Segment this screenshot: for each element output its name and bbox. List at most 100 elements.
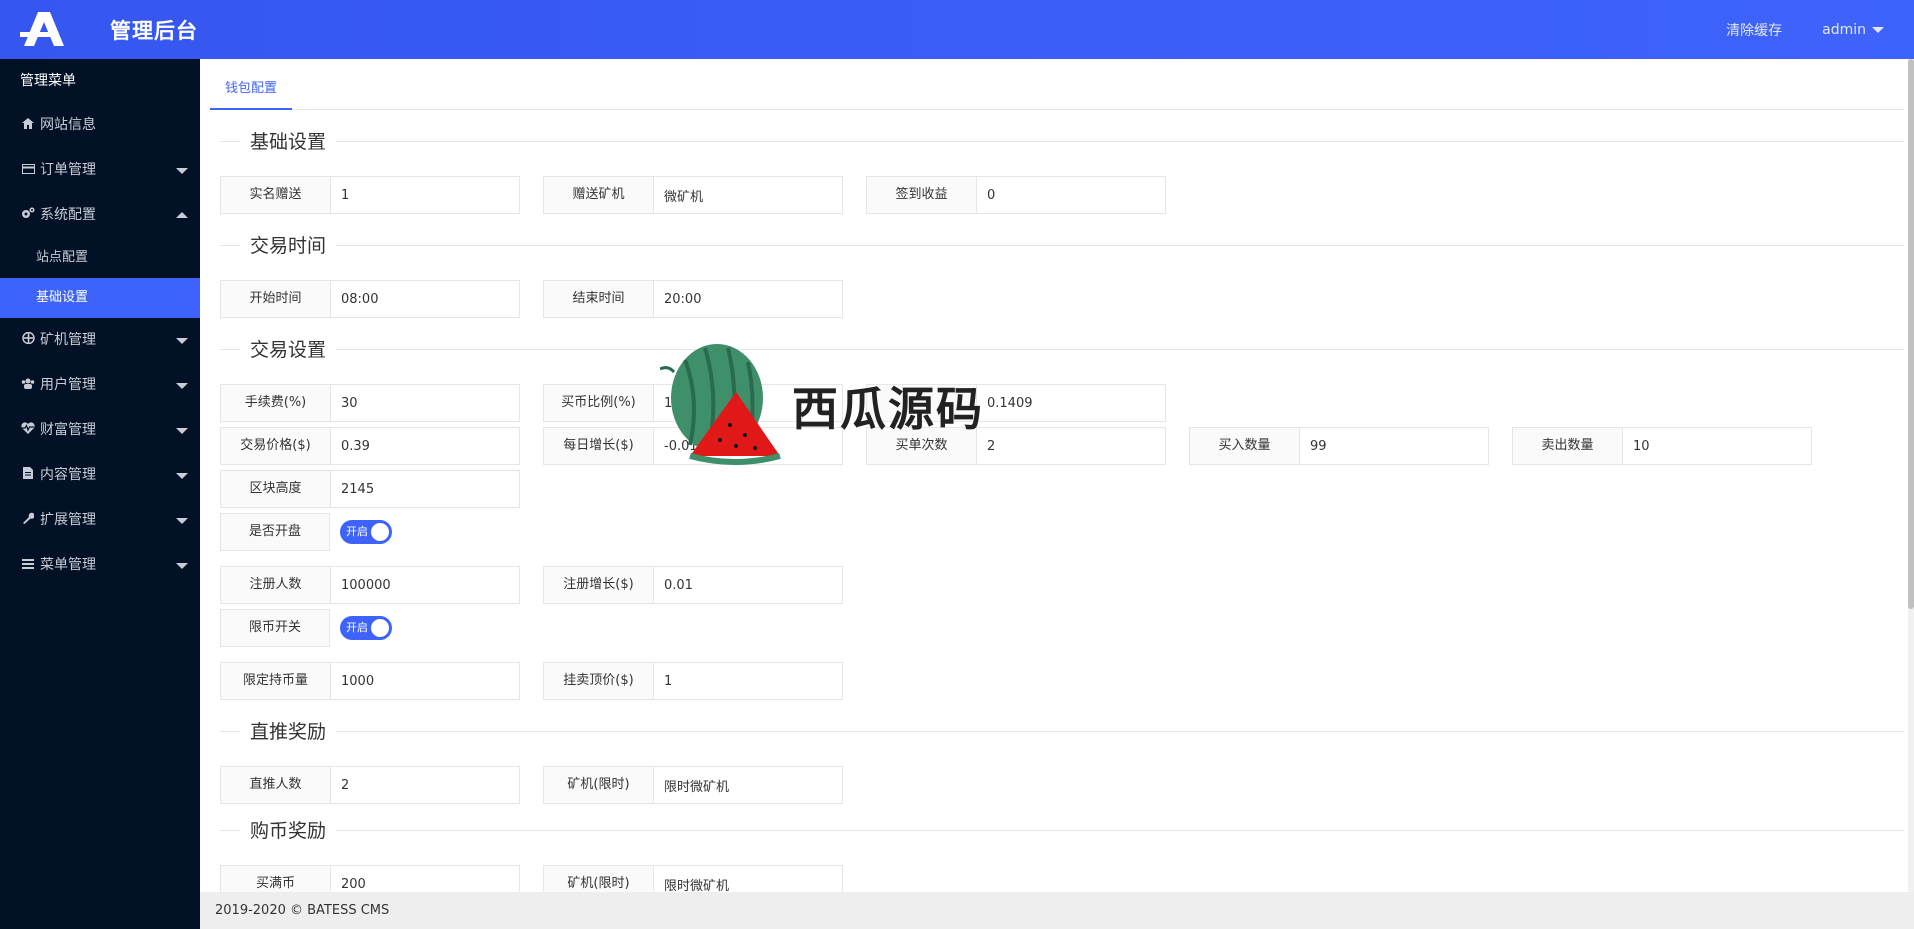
field-label: 矿机(限时) <box>544 866 654 892</box>
sidebar-item-label: 菜单管理 <box>40 557 96 573</box>
limit-hold-input[interactable] <box>331 663 519 699</box>
logo-icon <box>20 12 64 46</box>
user-menu[interactable]: admin <box>1822 22 1884 38</box>
field-label: 是否开盘 <box>220 513 330 551</box>
limit-switch-toggle[interactable]: 开启 <box>340 616 392 640</box>
field-fee: 手续费(%) <box>220 384 520 422</box>
heartbeat-icon <box>20 408 36 453</box>
start-time-input[interactable] <box>331 281 519 317</box>
buy-times-input[interactable] <box>977 428 1165 464</box>
toggle-state: 开启 <box>346 621 368 634</box>
section-buy-reward: 购币奖励 <box>220 816 1904 846</box>
sidebar-item-site-info[interactable]: 网站信息 <box>0 103 200 148</box>
section-title: 交易时间 <box>240 231 337 258</box>
field-label: 结束时间 <box>544 281 654 317</box>
direct-count-input[interactable] <box>331 767 519 803</box>
ship-icon <box>20 318 36 363</box>
chevron-down-icon <box>176 563 188 569</box>
chevron-down-icon <box>176 168 188 174</box>
section-trade-time: 交易时间 <box>220 231 1904 261</box>
miner-limited-input[interactable] <box>654 866 842 892</box>
section-title: 基础设置 <box>240 127 337 154</box>
field-miner-limited-2: 矿机(限时) <box>543 865 843 892</box>
section-basic: 基础设置 <box>220 127 1904 157</box>
app-title: 管理后台 <box>110 19 198 43</box>
sidebar-item-content[interactable]: 内容管理 <box>0 453 200 498</box>
sidebar-subitem-basic-settings[interactable]: 基础设置 <box>0 278 200 318</box>
sidebar-item-wealth[interactable]: 财富管理 <box>0 408 200 453</box>
tab-wallet-config[interactable]: 钱包配置 <box>210 59 293 110</box>
toggle-state: 开启 <box>346 525 368 538</box>
sidebar-item-label: 网站信息 <box>40 117 96 133</box>
sidebar-item-menus[interactable]: 菜单管理 <box>0 543 200 588</box>
field-label: 区块高度 <box>221 471 331 507</box>
sidebar-heading: 管理菜单 <box>20 73 76 89</box>
buy-full-input[interactable] <box>331 866 519 892</box>
field-label: 卖出数量 <box>1513 428 1623 464</box>
sell-top-price-input[interactable] <box>654 663 842 699</box>
field-buy-amount: 买入数量 <box>1189 427 1489 465</box>
field-label: 挂卖顶价($) <box>544 663 654 699</box>
field-register-count: 注册人数 <box>220 566 520 604</box>
field-label: 注册增长($) <box>544 567 654 603</box>
cogs-icon <box>20 193 36 238</box>
sidebar-subitem-site-config[interactable]: 站点配置 <box>0 238 200 278</box>
sidebar-item-extensions[interactable]: 扩展管理 <box>0 498 200 543</box>
sidebar-item-miners[interactable]: 矿机管理 <box>0 318 200 363</box>
signin-income-input[interactable] <box>977 177 1165 213</box>
miner-limited-input[interactable] <box>654 767 842 803</box>
field-limit-switch: 限币开关 开启 <box>220 609 392 647</box>
register-count-input[interactable] <box>331 567 519 603</box>
fee-input[interactable] <box>331 385 519 421</box>
trade-price-input[interactable] <box>331 428 519 464</box>
section-title: 购币奖励 <box>240 816 337 843</box>
sidebar-item-label: 矿机管理 <box>40 332 96 348</box>
logo[interactable]: 管理后台 <box>20 10 198 50</box>
market-open-toggle[interactable]: 开启 <box>340 520 392 544</box>
field-start-time: 开始时间 <box>220 280 520 318</box>
home-icon <box>20 103 36 148</box>
watermark-text: 西瓜源码 <box>792 382 984 436</box>
field-label: 注册人数 <box>221 567 331 603</box>
field-label: 限定持币量 <box>221 663 331 699</box>
field-label: 买币比例(%) <box>544 385 654 421</box>
sidebar-item-label: 扩展管理 <box>40 512 96 528</box>
field-label: 每日增长($) <box>544 428 654 464</box>
block-height-input[interactable] <box>331 471 519 507</box>
toggle-knob <box>371 523 389 541</box>
sidebar-item-label: 内容管理 <box>40 467 96 483</box>
credit-card-icon <box>20 148 36 193</box>
clear-cache-link[interactable]: 清除缓存 <box>1726 20 1782 40</box>
vertical-scrollbar[interactable] <box>1908 59 1914 892</box>
chevron-down-icon <box>176 518 188 524</box>
chevron-down-icon <box>176 473 188 479</box>
main-content: 钱包配置 基础设置 实名赠送 赠送矿机 签到收益 交易时间 开始时间 结束时间 … <box>200 59 1914 892</box>
sidebar-item-users[interactable]: 用户管理 <box>0 363 200 408</box>
watermark: 西瓜源码 <box>659 340 990 465</box>
field-label: 手续费(%) <box>221 385 331 421</box>
caret-down-icon <box>1872 26 1884 33</box>
gift-miner-input[interactable] <box>654 177 842 213</box>
sell-amount-input[interactable] <box>1623 428 1811 464</box>
field-sell-top-price: 挂卖顶价($) <box>543 662 843 700</box>
field-label: 限币开关 <box>220 609 330 647</box>
users-icon <box>20 363 36 408</box>
field-label: 买满币 <box>221 866 331 892</box>
sidebar-item-label: 用户管理 <box>40 377 96 393</box>
register-growth-input[interactable] <box>654 567 842 603</box>
end-time-input[interactable] <box>654 281 842 317</box>
field-end-time: 结束时间 <box>543 280 843 318</box>
file-icon <box>20 453 36 498</box>
buy-amount-input[interactable] <box>1300 428 1488 464</box>
bars-icon <box>20 543 36 588</box>
wrench-icon <box>20 498 36 543</box>
chevron-down-icon <box>176 338 188 344</box>
section-title: 交易设置 <box>240 335 337 362</box>
sidebar-item-orders[interactable]: 订单管理 <box>0 148 200 193</box>
realname-gift-input[interactable] <box>331 177 519 213</box>
tab-bar: 钱包配置 <box>210 59 1904 110</box>
field-buy-full: 买满币 <box>220 865 520 892</box>
sidebar-item-system-config[interactable]: 系统配置 <box>0 193 200 238</box>
ratio-extra-input[interactable] <box>977 385 1165 421</box>
scrollbar-thumb[interactable] <box>1908 59 1914 609</box>
